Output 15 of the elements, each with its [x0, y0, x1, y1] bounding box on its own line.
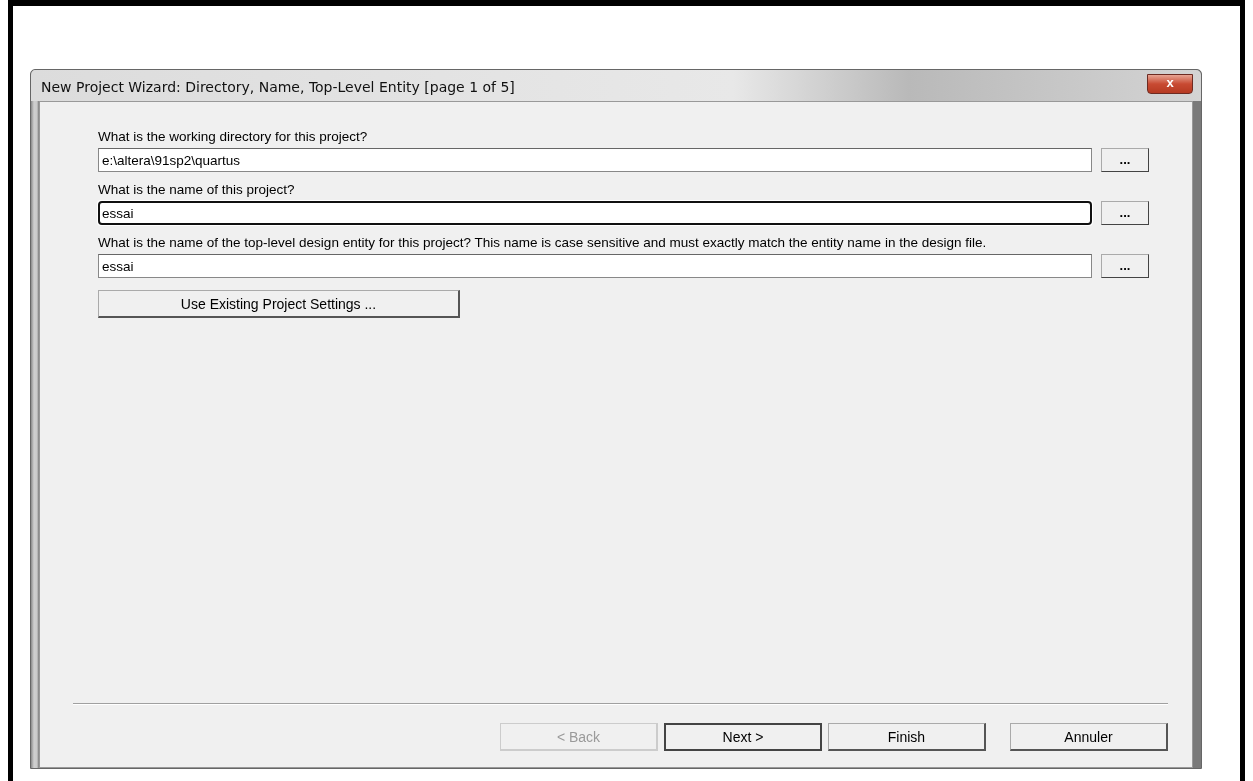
browse-button[interactable]: ...	[1101, 148, 1149, 172]
field-label: What is the name of the top-level design entity for this project? This name is case sensitive and must exactly match the entity name in the design file.	[98, 236, 988, 250]
close-button[interactable]: x	[1147, 73, 1193, 94]
field-label: What is the name of this project?	[98, 183, 296, 197]
field-label: What is the working directory for this project?	[98, 130, 369, 144]
browse-button[interactable]: ...	[1101, 254, 1149, 278]
window-title: New Project Wizard: Directory, Name, Top-Level Entity [page 1 of 5]	[41, 78, 515, 97]
wizard-button[interactable]: Annuler	[1010, 723, 1168, 751]
wizard-button[interactable]: Next >	[664, 723, 822, 751]
text-field[interactable]: e:\altera\91sp2\quartus	[98, 148, 1092, 172]
text-field[interactable]: essai	[98, 201, 1092, 225]
wizard-button[interactable]: Finish	[828, 723, 986, 751]
settings-button[interactable]: Use Existing Project Settings ...	[98, 290, 460, 318]
text-field[interactable]: essai	[98, 254, 1092, 278]
browse-button[interactable]: ...	[1101, 201, 1149, 225]
